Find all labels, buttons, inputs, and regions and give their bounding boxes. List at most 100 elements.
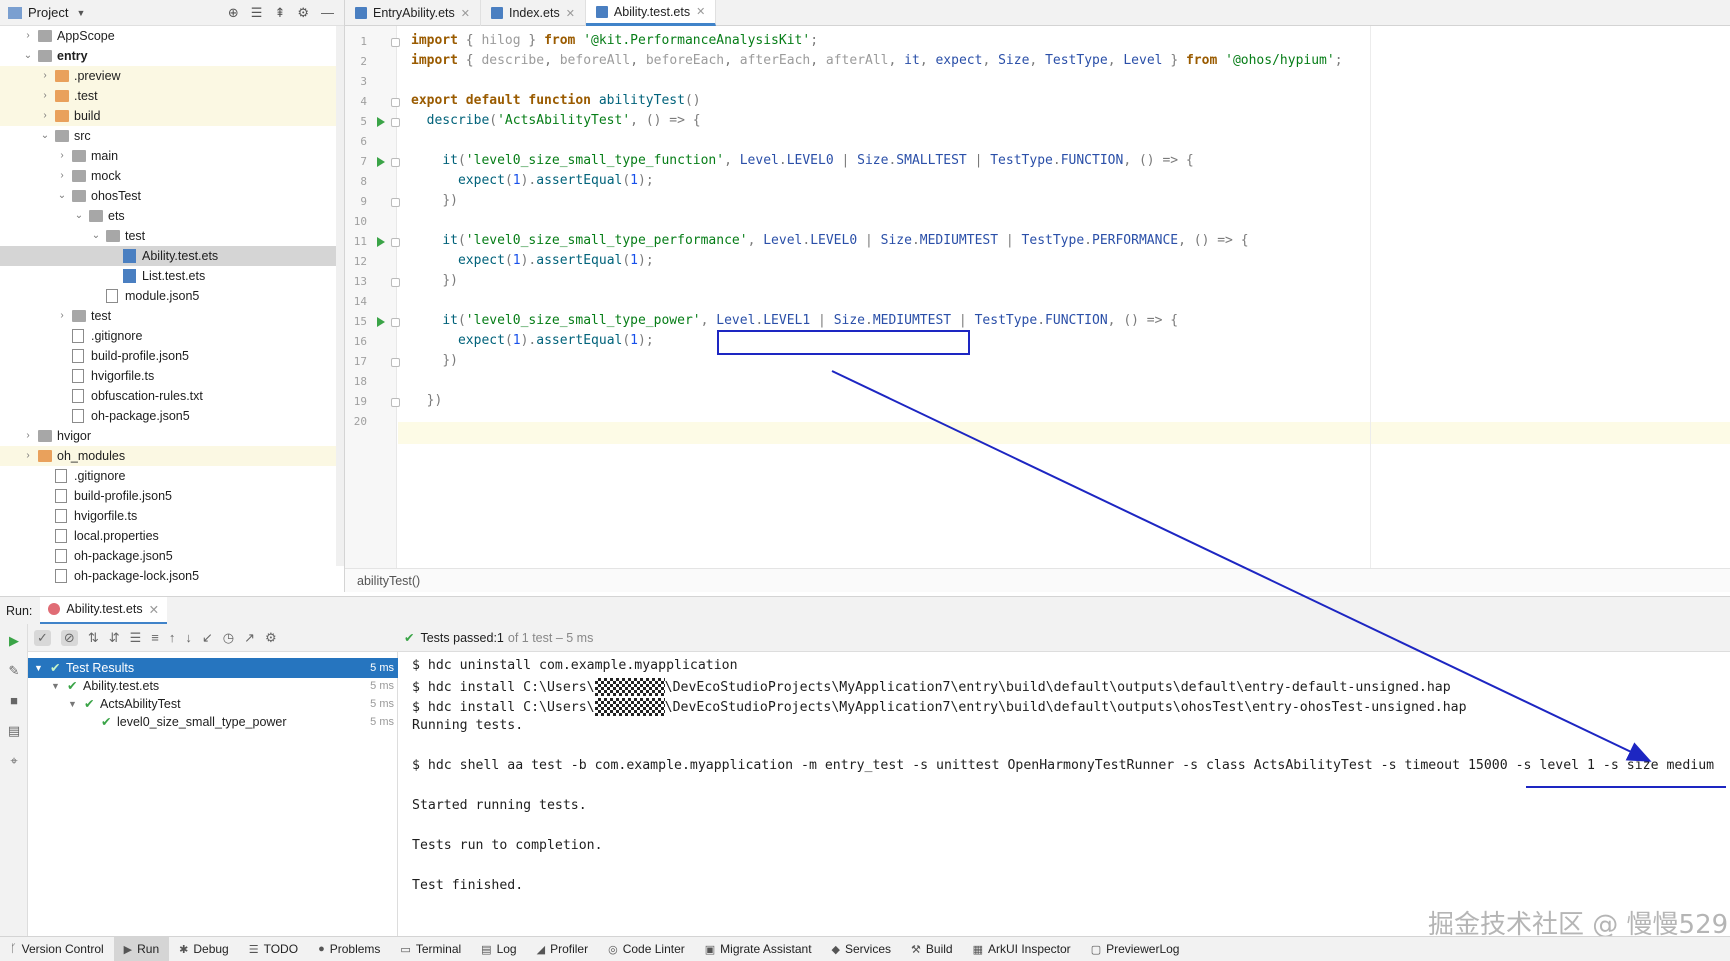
tree-item[interactable]: module.json5 bbox=[0, 286, 344, 306]
minimize-icon[interactable]: — bbox=[321, 5, 334, 21]
stop-icon[interactable]: ■ bbox=[7, 694, 21, 708]
import-tests-icon[interactable]: ↙ bbox=[202, 630, 213, 646]
tree-item[interactable]: › test bbox=[0, 306, 344, 326]
locate-icon[interactable]: ⊕ bbox=[228, 5, 239, 21]
pin-icon[interactable]: ⌖ bbox=[7, 754, 21, 768]
editor-tab[interactable]: EntryAbility.ets ✕ bbox=[345, 0, 481, 26]
fold-icon[interactable] bbox=[391, 118, 400, 127]
tool-window-button[interactable]: ▦ ArkUI Inspector bbox=[963, 937, 1081, 961]
fold-icon[interactable] bbox=[391, 98, 400, 107]
editor-tab[interactable]: Ability.test.ets ✕ bbox=[585, 0, 717, 26]
tree-item[interactable]: hvigorfile.ts bbox=[0, 366, 344, 386]
test-result-row[interactable]: ▼ ✔ ActsAbilityTest 5 ms bbox=[28, 694, 398, 714]
prev-failed-icon[interactable]: ↑ bbox=[169, 630, 176, 645]
tree-item[interactable]: oh-package.json5 bbox=[0, 406, 344, 426]
code-editor[interactable]: 1 2 3 4 5 6 7 8 9 10 11 12 13 14 15 16 17 18 19 20 import {… bbox=[345, 26, 1730, 568]
tree-item[interactable]: ⌄ test bbox=[0, 226, 344, 246]
project-scrollbar[interactable] bbox=[336, 26, 344, 566]
tool-window-button[interactable]: ▣ Migrate Assistant bbox=[695, 937, 822, 961]
chevron-down-icon[interactable]: ⌄ bbox=[73, 206, 85, 226]
tree-item[interactable]: hvigorfile.ts bbox=[0, 506, 344, 526]
tree-item[interactable]: › build bbox=[0, 106, 344, 126]
tree-item[interactable]: build-profile.json5 bbox=[0, 486, 344, 506]
console-output[interactable]: $ hdc uninstall com.example.myapplicatio… bbox=[398, 652, 1730, 936]
chevron-down-icon[interactable]: ⌄ bbox=[56, 186, 68, 206]
collapse-all-icon[interactable]: ⇞ bbox=[274, 5, 285, 21]
tree-item[interactable]: obfuscation-rules.txt bbox=[0, 386, 344, 406]
close-icon[interactable]: ✕ bbox=[696, 5, 705, 18]
gear-icon[interactable]: ⚙ bbox=[297, 5, 309, 21]
fold-icon[interactable] bbox=[391, 398, 400, 407]
fold-icon[interactable] bbox=[391, 358, 400, 367]
tree-item[interactable]: › mock bbox=[0, 166, 344, 186]
tree-item[interactable]: Ability.test.ets bbox=[0, 246, 344, 266]
run-test-icon[interactable] bbox=[377, 117, 385, 127]
fold-icon[interactable] bbox=[391, 38, 400, 47]
tool-window-button[interactable]: ⚒ Build bbox=[901, 937, 963, 961]
tool-window-button[interactable]: ᚴ Version Control bbox=[0, 937, 114, 961]
chevron-down-icon[interactable]: ⌄ bbox=[90, 226, 102, 246]
close-icon[interactable]: ✕ bbox=[461, 7, 470, 20]
chevron-right-icon[interactable]: › bbox=[39, 106, 51, 126]
rerun-icon[interactable]: ▶ bbox=[7, 634, 21, 648]
close-icon[interactable]: ✕ bbox=[566, 7, 575, 20]
run-test-icon[interactable] bbox=[377, 317, 385, 327]
chevron-down-icon[interactable]: ▼ bbox=[76, 8, 85, 18]
chevron-right-icon[interactable]: › bbox=[56, 146, 68, 166]
chevron-down-icon[interactable]: ▼ bbox=[68, 694, 77, 714]
editor-tab[interactable]: Index.ets ✕ bbox=[481, 0, 586, 26]
chevron-down-icon[interactable]: ⌄ bbox=[22, 46, 34, 66]
tree-item[interactable]: ⌄ src bbox=[0, 126, 344, 146]
sort-alpha-icon[interactable]: ⇅ bbox=[88, 630, 99, 646]
chevron-right-icon[interactable]: › bbox=[39, 66, 51, 86]
tool-window-button[interactable]: ▤ Log bbox=[471, 937, 526, 961]
tool-window-button[interactable]: ◆ Services bbox=[822, 937, 901, 961]
history-icon[interactable]: ◷ bbox=[223, 630, 234, 646]
tool-window-button[interactable]: ☰ TODO bbox=[239, 937, 308, 961]
expand-all-icon[interactable]: ☰ bbox=[130, 630, 142, 646]
test-result-row[interactable]: ▼ ✔ Test Results 5 ms bbox=[28, 658, 398, 678]
tool-window-button[interactable]: ▢ PreviewerLog bbox=[1081, 937, 1190, 961]
chevron-right-icon[interactable]: › bbox=[22, 26, 34, 46]
tree-item[interactable]: › hvigor bbox=[0, 426, 344, 446]
export-icon[interactable]: ↗ bbox=[244, 630, 255, 646]
chevron-right-icon[interactable]: › bbox=[22, 446, 34, 466]
fold-icon[interactable] bbox=[391, 278, 400, 287]
fold-icon[interactable] bbox=[391, 158, 400, 167]
wrench-icon[interactable]: ✎ bbox=[7, 664, 21, 678]
sort-duration-icon[interactable]: ⇵ bbox=[109, 630, 120, 646]
fold-icon[interactable] bbox=[391, 318, 400, 327]
test-result-row[interactable]: ✔ level0_size_small_type_power 5 ms bbox=[28, 712, 398, 732]
fold-icon[interactable] bbox=[391, 238, 400, 247]
tool-window-button[interactable]: ▶ Run bbox=[113, 936, 170, 961]
run-tab[interactable]: Ability.test.ets ✕ bbox=[40, 596, 168, 625]
next-failed-icon[interactable]: ↓ bbox=[185, 630, 192, 645]
tree-item[interactable]: oh-package.json5 bbox=[0, 546, 344, 566]
tool-window-button[interactable]: ◎ Code Linter bbox=[598, 937, 695, 961]
tree-item[interactable]: › main bbox=[0, 146, 344, 166]
chevron-down-icon[interactable]: ▼ bbox=[51, 676, 60, 696]
tree-item[interactable]: › .test bbox=[0, 86, 344, 106]
tree-item[interactable]: ⌄ entry bbox=[0, 46, 344, 66]
show-passed-icon[interactable]: ✓ bbox=[34, 629, 51, 646]
tree-item[interactable]: › .preview bbox=[0, 66, 344, 86]
tree-item[interactable]: build-profile.json5 bbox=[0, 346, 344, 366]
tree-item[interactable]: › AppScope bbox=[0, 26, 344, 46]
run-test-icon[interactable] bbox=[377, 237, 385, 247]
chevron-right-icon[interactable]: › bbox=[56, 166, 68, 186]
chevron-right-icon[interactable]: › bbox=[22, 426, 34, 446]
project-panel-title[interactable]: Project bbox=[28, 5, 68, 20]
tree-item[interactable]: .gitignore bbox=[0, 466, 344, 486]
chevron-down-icon[interactable]: ⌄ bbox=[39, 126, 51, 146]
run-test-icon[interactable] bbox=[377, 157, 385, 167]
tree-item[interactable]: List.test.ets bbox=[0, 266, 344, 286]
layout-icon[interactable]: ▤ bbox=[7, 724, 21, 738]
show-ignored-icon[interactable]: ⊘ bbox=[60, 629, 78, 646]
tool-window-button[interactable]: ◢ Profiler bbox=[527, 937, 598, 961]
tree-item[interactable]: oh-package-lock.json5 bbox=[0, 566, 344, 586]
expand-all-icon[interactable]: ☰ bbox=[251, 5, 263, 21]
tree-item[interactable]: .gitignore bbox=[0, 326, 344, 346]
tree-item[interactable]: local.properties bbox=[0, 526, 344, 546]
breadcrumb[interactable]: abilityTest() bbox=[345, 568, 1730, 592]
tool-window-button[interactable]: ▭ Terminal bbox=[390, 937, 471, 961]
